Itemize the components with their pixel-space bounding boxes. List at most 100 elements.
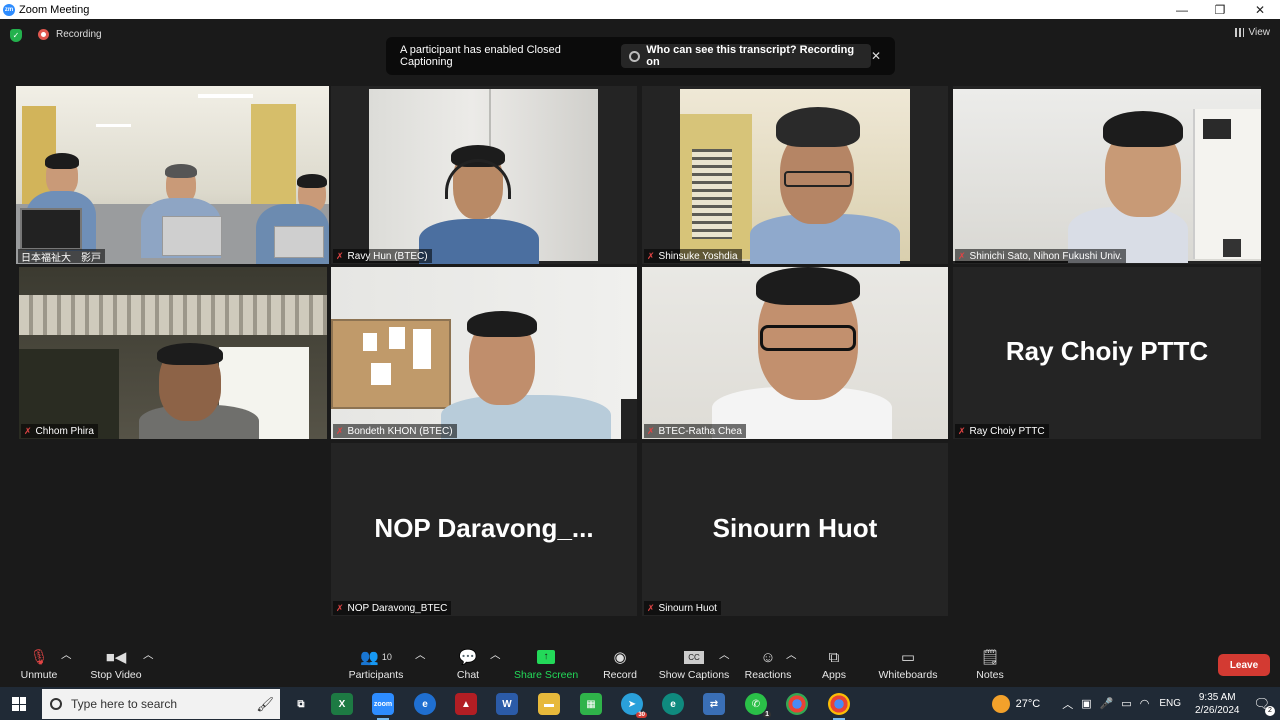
view-button[interactable]: View [1234,27,1270,38]
taskbar-search-box[interactable]: Type here to search 🖌 [42,689,280,719]
tray-app-icon[interactable]: ▣ [1081,697,1091,710]
participant-name: Chhom Phira [35,425,94,437]
weather-temperature[interactable]: 27°C [1016,698,1041,710]
edge-legacy-icon[interactable]: e [414,693,436,715]
participant-name: Ray Choiy PTTC [969,425,1045,437]
share-screen-icon: ↑ [514,647,578,667]
pdf-reader-icon[interactable]: ▲ [455,693,477,715]
encryption-shield-icon[interactable]: ✓ [10,29,22,42]
video-tile-7[interactable]: ✗ BTEC-Ratha Chea [642,267,948,439]
participant-name: BTEC-Ratha Chea [658,425,742,437]
participants-count: 10 [381,652,392,662]
file-explorer-icon[interactable]: ▬ [538,693,560,715]
participant-name-tag: ✗ Sinourn Huot [644,601,721,615]
unmute-button[interactable]: 🎙 Unmute [18,647,60,681]
clock-date: 2/26/2024 [1194,704,1240,716]
notification-icon[interactable]: 🗨 2 [1253,696,1275,716]
participant-name: Shinichi Sato, Nihon Fukushi Univ. [969,250,1123,262]
captions-options-chevron-icon[interactable]: ︿ [719,647,730,662]
task-view-icon[interactable]: ⧉ [290,693,312,715]
apps-button[interactable]: ⧉ Apps [820,647,848,682]
participant-name: Ravy Hun (BTEC) [347,250,428,262]
video-tile-10[interactable]: Sinourn Huot ✗ Sinourn Huot [642,443,948,616]
person-icon [629,50,641,62]
muted-microphone-icon: 🎙 [29,649,49,666]
video-tile-5[interactable]: ✗ Chhom Phira [19,267,327,439]
edge-browser-icon[interactable]: e [662,693,684,715]
muted-mic-icon: ✗ [24,425,32,436]
muted-mic-icon: ✗ [647,602,655,613]
weather-icon[interactable] [991,694,1010,713]
share-screen-button[interactable]: ↑ Share Screen [514,647,578,681]
zoom-app-icon[interactable]: zoom [372,693,394,720]
record-button[interactable]: ◉ Record [602,647,638,681]
reactions-options-chevron-icon[interactable]: ︿ [786,647,797,662]
video-feed [16,86,329,264]
video-options-chevron-icon[interactable]: ︿ [143,647,154,662]
clock[interactable]: 9:35 AM 2/26/2024 [1195,691,1240,717]
close-window-button[interactable]: ✕ [1240,0,1280,19]
notification-count: 2 [1265,705,1275,716]
telegram-badge: 30 [636,712,647,718]
chat-button[interactable]: 💬 Chat [452,647,484,681]
leave-button[interactable]: Leave [1218,654,1270,676]
video-tile-6[interactable]: ✗ Bondeth KHON (BTEC) [331,267,637,439]
minimize-button[interactable]: — [1162,0,1202,19]
participants-button[interactable]: 👥 10 Participants [346,647,406,681]
muted-mic-icon: ✗ [647,250,655,261]
windows-start-icon[interactable] [12,697,26,711]
excel-icon[interactable]: X [331,693,353,715]
microphone-icon[interactable]: 🎤 [1100,697,1114,710]
show-hidden-icons-chevron-icon[interactable]: ︿ [1062,696,1073,712]
video-tile-8[interactable]: Ray Choiy PTTC ✗ Ray Choiy PTTC [953,267,1261,439]
chrome-profile-icon[interactable] [828,693,850,720]
muted-mic-icon: ✗ [336,602,344,613]
video-tile-4[interactable]: ✗ Shinichi Sato, Nihon Fukushi Univ. [953,86,1261,264]
chat-options-chevron-icon[interactable]: ︿ [490,647,501,662]
video-tile-2[interactable]: ✗ Ravy Hun (BTEC) [331,86,637,264]
search-icon [50,698,62,710]
glasses [784,171,852,187]
maximize-button[interactable]: ❐ [1200,0,1240,19]
meeting-toolbar: 🎙 Unmute ︿ ■◀ Stop Video ︿ 👥 10 Participa… [0,639,1280,687]
participant-name-tag: ✗ Ray Choiy PTTC [955,424,1049,438]
participant-name: Shinsuke Yoshdia [658,250,738,262]
title-bar: zm Zoom Meeting — ❐ ✕ [0,0,1280,19]
system-tray: 27°C ︿ ▣ 🎤 ▭ ◠ ENG 9:35 AM 2/26/2024 🗨 2 [991,687,1280,720]
whatsapp-badge: 1 [763,711,771,718]
word-icon[interactable]: W [496,693,518,715]
record-icon: ◉ [613,649,627,666]
wifi-icon[interactable]: ◠ [1140,697,1150,710]
recording-indicator[interactable]: Recording [38,29,102,40]
cc-message: A participant has enabled Closed Caption… [400,44,561,68]
video-feed [331,267,637,439]
whatsapp-icon[interactable]: ✆ 1 [745,693,771,718]
muted-mic-icon: ✗ [336,425,344,436]
video-tile-3[interactable]: ✗ Shinsuke Yoshdia [642,86,948,264]
stop-video-button[interactable]: ■◀ Stop Video [88,647,144,681]
zoom-logo-icon: zm [3,3,15,16]
participants-options-chevron-icon[interactable]: ︿ [415,647,426,662]
participant-display-name: Sinourn Huot [712,512,878,543]
participant-name-tag: ✗ Shinsuke Yoshdia [644,249,742,263]
chrome-icon[interactable] [786,693,808,715]
participants-label: Participants [348,669,404,681]
battery-icon[interactable]: ▭ [1121,697,1131,710]
search-placeholder: Type here to search [71,697,178,711]
transcript-visibility-link[interactable]: Who can see this transcript? Recording o… [621,44,871,68]
notes-button[interactable]: 🗒 Notes [974,647,1006,681]
spreadsheet-app-icon[interactable]: ▦ [580,693,602,715]
video-tile-9[interactable]: NOP Daravong_... ✗ NOP Daravong_BTEC [331,443,637,616]
whiteboards-button[interactable]: ▭ Whiteboards [876,647,940,681]
vscode-icon[interactable]: ⇄ [703,693,725,715]
video-feed [642,267,948,439]
audio-options-chevron-icon[interactable]: ︿ [61,647,72,662]
participant-name-tag: ✗ Ravy Hun (BTEC) [333,249,432,263]
video-tile-1[interactable]: 日本福祉大 影戸 [16,86,329,264]
chat-label: Chat [456,669,480,681]
close-banner-button[interactable]: ✕ [871,49,881,63]
video-feed [369,89,598,264]
telegram-icon[interactable]: ➤ 30 [621,693,647,718]
participant-name-tag: ✗ BTEC-Ratha Chea [644,424,746,438]
language-indicator[interactable]: ENG [1159,698,1181,709]
